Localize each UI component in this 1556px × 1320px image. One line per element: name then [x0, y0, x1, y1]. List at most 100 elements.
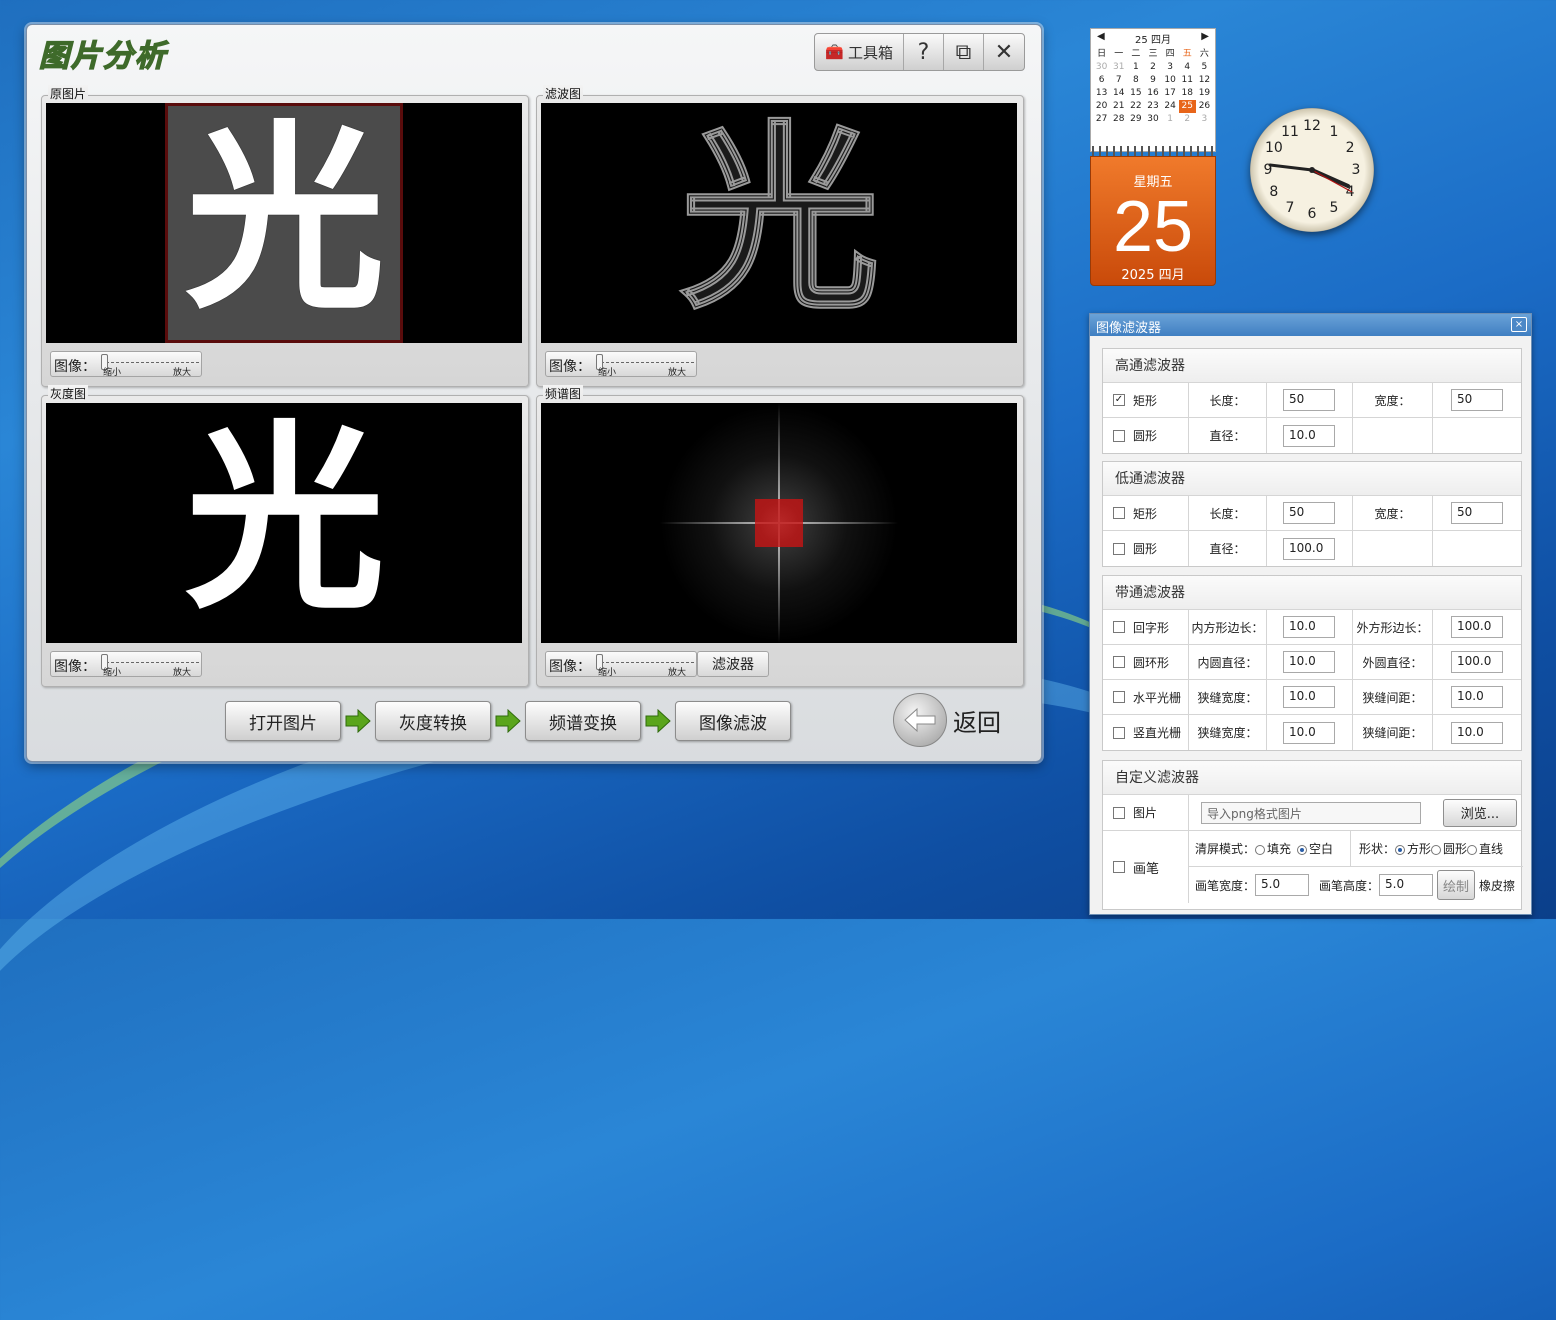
calendar-day[interactable]: 8 [1127, 74, 1144, 87]
calendar-day[interactable]: 2 [1179, 113, 1196, 126]
calendar-day[interactable]: 30 [1093, 61, 1110, 74]
bandpass-checkbox[interactable] [1113, 691, 1125, 703]
toolbox-button[interactable]: 🧰 工具箱 [815, 34, 904, 70]
calendar-day[interactable]: 1 [1162, 113, 1179, 126]
calendar-day[interactable]: 28 [1110, 113, 1127, 126]
calendar-day[interactable]: 22 [1127, 100, 1144, 113]
calendar-day[interactable]: 2 [1144, 61, 1161, 74]
option-label: 竖直光栅 [1133, 726, 1182, 740]
calendar-day[interactable]: 19 [1196, 87, 1213, 100]
calendar-day[interactable]: 6 [1093, 74, 1110, 87]
clear-blank-radio[interactable] [1297, 844, 1308, 855]
open-image-button[interactable]: 打开图片 [225, 701, 341, 741]
next-month-icon[interactable]: ▶ [1201, 31, 1209, 46]
calendar-day[interactable]: 5 [1196, 61, 1213, 74]
restore-button[interactable]: ⧉ [944, 34, 984, 70]
back-label: 返回 [953, 708, 1001, 737]
spectrum-transform-button[interactable]: 频谱变换 [525, 701, 641, 741]
highpass-length-input[interactable]: 50 [1283, 389, 1335, 411]
calendar-day[interactable]: 24 [1162, 100, 1179, 113]
calendar-day[interactable]: 13 [1093, 87, 1110, 100]
custom-brush-checkbox[interactable] [1113, 861, 1125, 873]
eraser-button[interactable]: 橡皮擦 [1479, 877, 1515, 894]
group-title: 带通滤波器 [1103, 576, 1521, 610]
gray-image-viewer[interactable]: 光 [46, 403, 522, 643]
spectrum-image-viewer[interactable] [541, 403, 1017, 643]
calendar-day[interactable]: 16 [1144, 87, 1161, 100]
original-glyph: 光 [184, 104, 385, 337]
calendar-day[interactable]: 3 [1196, 113, 1213, 126]
original-image-viewer[interactable]: 光 [46, 103, 522, 343]
brush-height-input[interactable]: 5.0 [1379, 874, 1434, 896]
calendar-day[interactable]: 18 [1179, 87, 1196, 100]
minute-hand [1268, 163, 1314, 172]
zoom-slider[interactable]: 图像： 缩小 放大 [50, 351, 202, 378]
bandpass-checkbox[interactable] [1113, 726, 1125, 739]
calendar-day[interactable]: 9 [1144, 74, 1161, 87]
lowpass-length-input[interactable]: 50 [1283, 502, 1335, 524]
dialog-close-button[interactable]: × [1511, 317, 1527, 332]
bandpass-inner-input[interactable]: 10.0 [1283, 651, 1335, 673]
calendar-day[interactable]: 4 [1179, 61, 1196, 74]
calendar-gadget[interactable]: ◀ 25 四月 ▶ 日一二三四五六 30 31 1 2 3 4 5 6 7 8 9 10 11 12 13 14… [1090, 28, 1216, 286]
lowpass-circle-checkbox[interactable] [1113, 542, 1125, 555]
zoom-slider[interactable]: 图像： 缩小 放大 [545, 651, 697, 678]
highpass-diameter-input[interactable]: 10.0 [1283, 424, 1335, 447]
bandpass-outer-input[interactable]: 10.0 [1451, 721, 1503, 744]
lowpass-width-input[interactable]: 50 [1451, 502, 1503, 524]
highpass-circle-checkbox[interactable] [1113, 429, 1125, 442]
calendar-day[interactable]: 31 [1110, 61, 1127, 74]
calendar-day[interactable]: 3 [1162, 61, 1179, 74]
clear-fill-radio[interactable] [1255, 844, 1266, 855]
calendar-day[interactable]: 23 [1144, 100, 1161, 113]
calendar-day[interactable]: 7 [1110, 74, 1127, 87]
image-filter-button[interactable]: 图像滤波 [675, 701, 791, 741]
zoom-slider[interactable]: 图像： 缩小 放大 [545, 351, 697, 378]
draw-button[interactable]: 绘制 [1437, 870, 1476, 900]
shape-square-radio[interactable] [1395, 844, 1406, 855]
option-cell: 画笔 [1103, 831, 1189, 903]
bandpass-inner-input[interactable]: 10.0 [1283, 616, 1335, 638]
field-label: 狭缝宽度： [1189, 680, 1267, 714]
bandpass-inner-input[interactable]: 10.0 [1283, 686, 1335, 708]
calendar-day[interactable]: 27 [1093, 113, 1110, 126]
prev-month-icon[interactable]: ◀ [1097, 31, 1105, 46]
lowpass-diameter-input[interactable]: 100.0 [1283, 537, 1335, 560]
custom-image-checkbox[interactable] [1113, 806, 1125, 819]
brush-width-input[interactable]: 5.0 [1255, 874, 1310, 896]
calendar-day[interactable]: 15 [1127, 87, 1144, 100]
filter-button[interactable]: 滤波器 [697, 651, 769, 677]
calendar-day[interactable]: 10 [1162, 74, 1179, 87]
highpass-width-input[interactable]: 50 [1451, 389, 1503, 411]
calendar-day[interactable]: 14 [1110, 87, 1127, 100]
bandpass-outer-input[interactable]: 100.0 [1451, 651, 1503, 673]
calendar-day[interactable]: 30 [1144, 113, 1161, 126]
calendar-day[interactable]: 17 [1162, 87, 1179, 100]
help-button[interactable]: ? [904, 34, 944, 70]
highpass-rect-checkbox[interactable]: ✓ [1113, 394, 1125, 406]
browse-button[interactable]: 浏览... [1443, 798, 1517, 827]
calendar-day[interactable]: 29 [1127, 113, 1144, 126]
calendar-day[interactable]: 12 [1196, 74, 1213, 87]
calendar-day[interactable]: 25 [1178, 100, 1196, 113]
shape-round-radio[interactable] [1431, 844, 1442, 855]
calendar-day[interactable]: 20 [1093, 100, 1110, 113]
bandpass-checkbox[interactable] [1113, 621, 1125, 633]
calendar-day[interactable]: 11 [1179, 74, 1196, 87]
calendar-day[interactable]: 1 [1127, 61, 1144, 74]
bandpass-checkbox[interactable] [1113, 656, 1125, 668]
close-button[interactable]: ✕ [984, 34, 1024, 70]
zoom-slider[interactable]: 图像： 缩小 放大 [50, 651, 202, 678]
calendar-day[interactable]: 21 [1110, 100, 1127, 113]
bandpass-outer-input[interactable]: 10.0 [1451, 686, 1503, 708]
bandpass-inner-input[interactable]: 10.0 [1283, 721, 1335, 744]
lowpass-rect-checkbox[interactable] [1113, 507, 1125, 519]
grayscale-button[interactable]: 灰度转换 [375, 701, 491, 741]
shape-line-radio[interactable] [1467, 844, 1478, 855]
filtered-image-viewer[interactable]: 光 [541, 103, 1017, 343]
calendar-day[interactable]: 26 [1196, 100, 1213, 113]
clock-gadget[interactable]: 11 10 9 8 7 6 5 4 3 2 1 12 [1250, 108, 1374, 232]
png-path-input[interactable]: 导入png格式图片 [1201, 801, 1421, 824]
bandpass-outer-input[interactable]: 100.0 [1451, 616, 1503, 638]
back-button[interactable]: 返回 [893, 693, 1001, 747]
